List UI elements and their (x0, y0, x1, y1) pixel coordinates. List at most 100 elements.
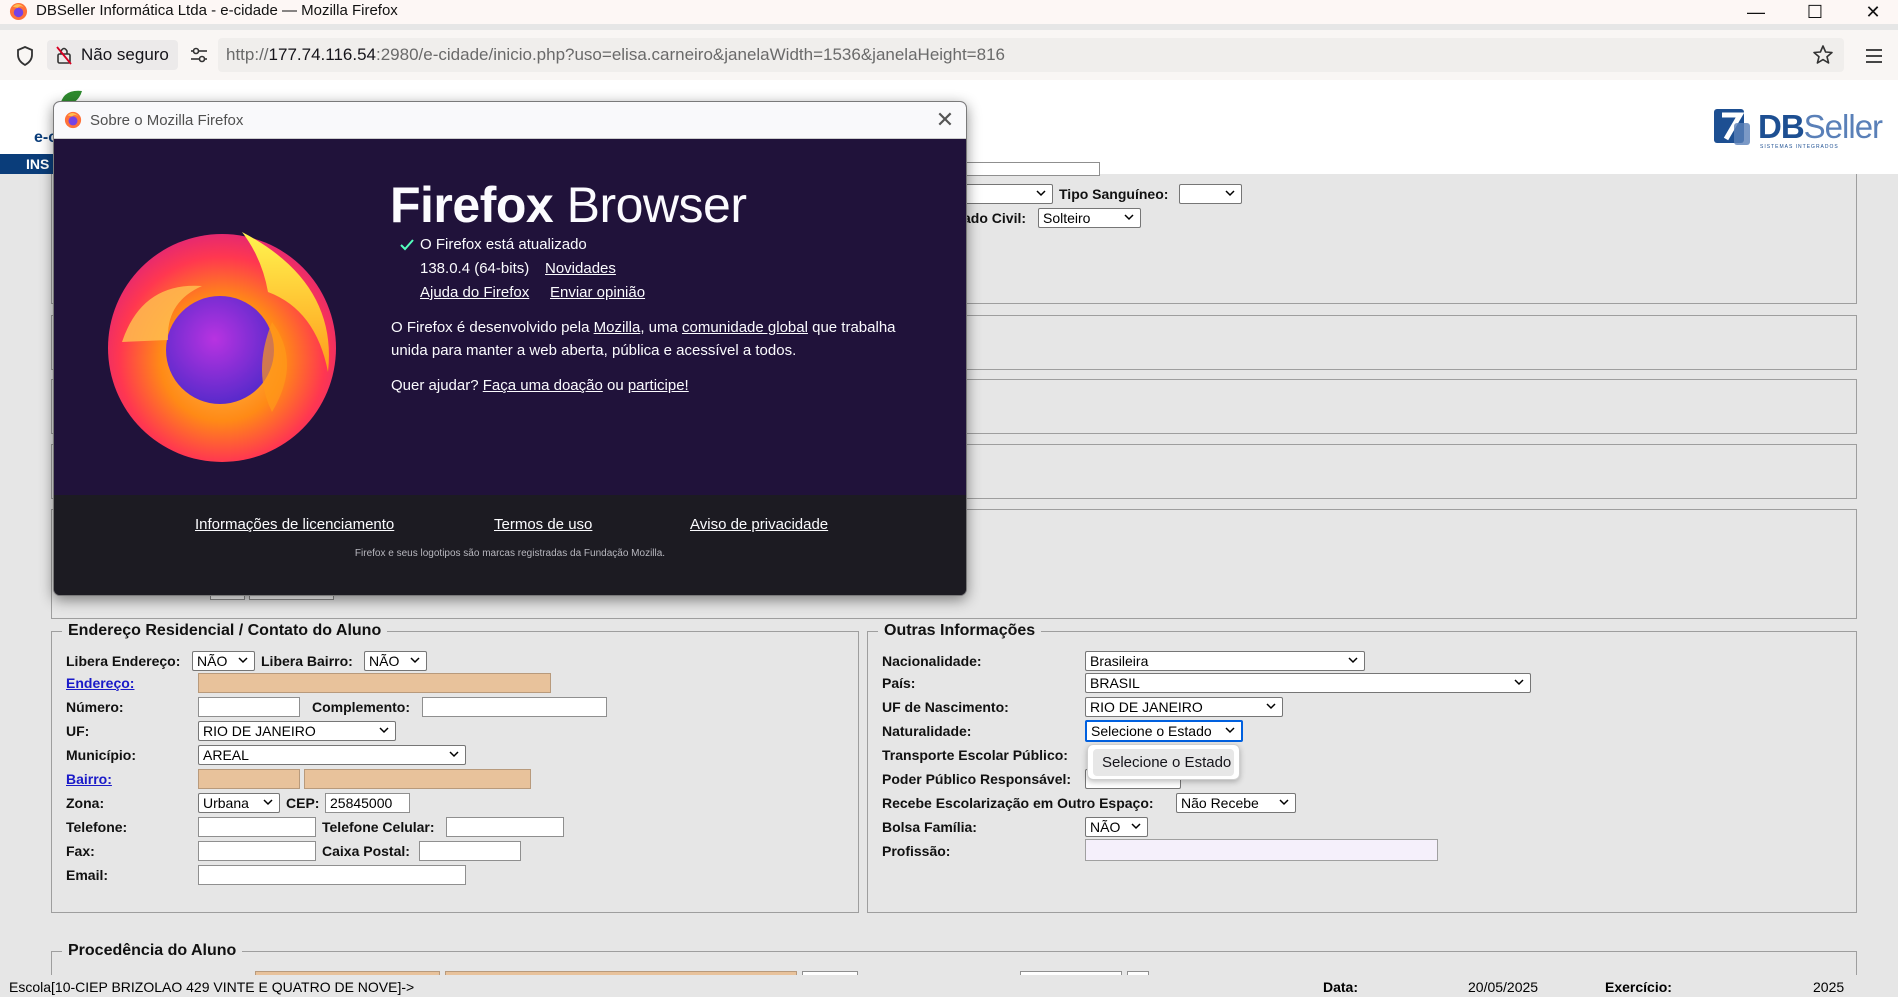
tracking-protection-shield-icon[interactable] (13, 44, 37, 68)
firefox-logo-icon (64, 111, 82, 129)
zona-label: Zona: (66, 795, 105, 811)
dropdown-option-selecione[interactable]: Selecione o Estado (1093, 749, 1234, 776)
whats-new-link[interactable]: Novidades (545, 260, 616, 277)
outras-legend: Outras Informações (878, 622, 1042, 640)
email-label: Email: (66, 867, 109, 883)
fax-label: Fax: (66, 843, 95, 859)
escola-status: Escola[10-CIEP BRIZOLAO 429 VINTE E QUAT… (9, 979, 415, 995)
hamburger-menu-icon[interactable] (1862, 44, 1886, 68)
caixa-postal-input[interactable] (419, 841, 521, 861)
close-window-button[interactable]: ✕ (1848, 0, 1898, 24)
uf-nascimento-select[interactable]: RIO DE JANEIRO (1085, 697, 1283, 717)
complemento-input[interactable] (422, 697, 607, 717)
chevron-down-icon (263, 799, 273, 806)
libera-endereco-label: Libera Endereço: (66, 653, 181, 669)
chevron-down-icon (1266, 703, 1276, 710)
naturalidade-label: Naturalidade: (882, 723, 972, 739)
about-firefox-dialog: Sobre o Mozilla Firefox ✕ Firefox Browse… (53, 101, 967, 596)
profissao-label: Profissão: (882, 843, 951, 859)
uf-label: UF: (66, 723, 90, 739)
navigation-toolbar: Não seguro http://177.74.116.54:2980/e-c… (0, 30, 1898, 80)
bolsa-familia-select[interactable]: NÃO (1085, 817, 1148, 837)
maximize-button[interactable]: ☐ (1790, 0, 1840, 24)
cep-input[interactable]: 25845000 (325, 793, 410, 813)
chevron-down-icon (1514, 679, 1524, 686)
endereco-input[interactable] (198, 673, 551, 693)
chevron-down-icon (410, 657, 420, 664)
version-text: 138.0.4 (64-bits) (420, 260, 530, 277)
naturalidade-dropdown: Selecione o Estado (1087, 744, 1240, 780)
nacionalidade-select[interactable]: Brasileira (1085, 651, 1365, 671)
firefox-browser-wordmark: Firefox Browser (390, 177, 747, 233)
municipio-label: Município: (66, 747, 136, 763)
participate-link[interactable]: participe! (628, 377, 689, 394)
dbseller-subtitle: SISTEMAS INTEGRADOS (1760, 144, 1839, 150)
telefone-celular-input[interactable] (446, 817, 564, 837)
email-input[interactable] (198, 865, 466, 885)
url-text[interactable]: http://177.74.116.54:2980/e-cidade/inici… (226, 45, 1005, 65)
telefone-label: Telefone: (66, 819, 128, 835)
libera-bairro-select[interactable]: NÃO (364, 651, 427, 671)
municipio-select[interactable]: AREAL (198, 745, 466, 765)
uf-select[interactable]: RIO DE JANEIRO (198, 721, 396, 741)
libera-endereco-select[interactable]: NÃO (192, 651, 255, 671)
endereco-legend: Endereço Residencial / Contato do Aluno (62, 622, 388, 640)
estado-civil-label: ado Civil: (963, 210, 1027, 226)
numero-label: Número: (66, 699, 124, 715)
firefox-logo-icon (9, 2, 28, 21)
dbseller-mark-icon (1714, 109, 1750, 145)
dbseller-wordmark: DBSeller (1758, 108, 1883, 145)
about-description: O Firefox é desenvolvido pela Mozilla, u… (391, 319, 896, 336)
endereco-link[interactable]: Endereço: (66, 675, 134, 691)
update-status: O Firefox está atualizado (420, 236, 587, 253)
pais-select[interactable]: BRASIL (1085, 673, 1531, 693)
chevron-down-icon (1036, 190, 1046, 197)
not-secure-indicator[interactable]: Não seguro (47, 40, 178, 70)
checkmark-icon (400, 239, 414, 251)
chevron-down-icon (1348, 657, 1358, 664)
fax-input[interactable] (198, 841, 316, 861)
bookmark-star-icon[interactable] (1811, 43, 1835, 67)
window-titlebar: DBSeller Informática Ltda - e-cidade — M… (0, 0, 1898, 24)
url-bar[interactable]: http://177.74.116.54:2980/e-cidade/inici… (218, 38, 1844, 72)
minimize-button[interactable]: — (1731, 0, 1781, 24)
chevron-down-icon (1124, 214, 1134, 221)
data-label: Data: (1323, 979, 1359, 995)
dialog-close-button[interactable]: ✕ (932, 108, 958, 134)
numero-input[interactable] (198, 697, 300, 717)
zona-select[interactable]: Urbana (198, 793, 280, 813)
dbseller-logo: DBSeller SISTEMAS INTEGRADOS (1712, 104, 1883, 150)
caixa-postal-label: Caixa Postal: (322, 843, 410, 859)
terms-link[interactable]: Termos de uso (494, 516, 592, 533)
bairro-link[interactable]: Bairro: (66, 771, 112, 787)
chevron-down-icon (238, 657, 248, 664)
recebe-escolarizacao-select[interactable]: Não Recebe (1176, 793, 1296, 813)
bairro-name-input[interactable] (304, 769, 531, 789)
global-community-link[interactable]: comunidade global (682, 319, 808, 336)
send-feedback-link[interactable]: Enviar opinião (550, 284, 645, 301)
nacionalidade-label: Nacionalidade: (882, 653, 982, 669)
trademark-notice: Firefox e seus logotipos são marcas regi… (354, 548, 666, 559)
privacy-link[interactable]: Aviso de privacidade (690, 516, 828, 533)
dialog-title: Sobre o Mozilla Firefox (90, 112, 244, 129)
licensing-link[interactable]: Informações de licenciamento (195, 516, 394, 533)
chevron-down-icon (1279, 799, 1289, 806)
sex-select[interactable] (963, 184, 1053, 204)
bairro-code-input[interactable] (198, 769, 300, 789)
mozilla-link[interactable]: Mozilla (594, 319, 641, 336)
telefone-input[interactable] (198, 817, 316, 837)
permissions-icon[interactable] (187, 43, 211, 67)
exercicio-label: Exercício: (1605, 979, 1672, 995)
libera-bairro-label: Libera Bairro: (261, 653, 353, 669)
estado-civil-select[interactable]: Solteiro (1038, 208, 1141, 228)
uf-nascimento-label: UF de Nascimento: (882, 699, 1009, 715)
naturalidade-select[interactable]: Selecione o Estado (1085, 720, 1243, 742)
tipo-sanguineo-select[interactable] (1179, 184, 1242, 204)
firefox-help-link[interactable]: Ajuda do Firefox (420, 284, 529, 301)
profissao-input[interactable] (1085, 839, 1438, 861)
chevron-down-icon (1225, 190, 1235, 197)
institution-bar[interactable]: INS (0, 154, 54, 174)
transporte-label: Transporte Escolar Público: (882, 747, 1068, 763)
donate-link[interactable]: Faça uma doação (483, 377, 603, 394)
pais-label: País: (882, 675, 916, 691)
